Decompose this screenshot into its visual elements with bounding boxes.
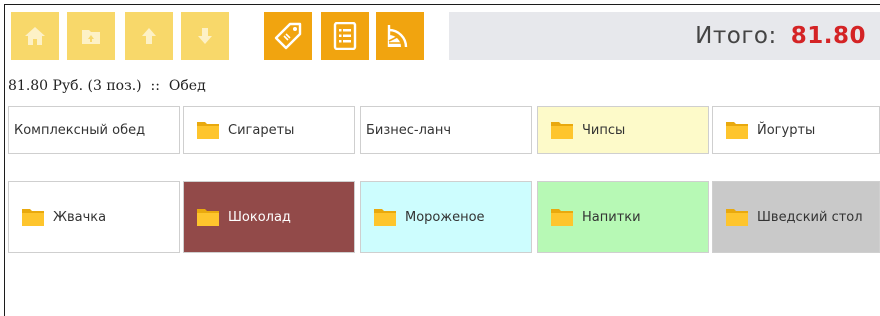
folder-icon	[726, 209, 748, 226]
category-tile-2[interactable]: Бизнес-ланч	[360, 106, 532, 154]
folder-icon	[374, 209, 396, 226]
home-icon	[25, 27, 45, 45]
total-label: Итого:	[695, 23, 777, 49]
move-down-button[interactable]	[181, 12, 229, 60]
folder-icon	[551, 209, 573, 226]
move-up-button[interactable]	[125, 12, 173, 60]
folder-icon	[726, 122, 748, 139]
price-tag-button[interactable]	[264, 12, 312, 60]
folder-icon	[551, 122, 573, 139]
category-tile-0[interactable]: Комплексный обед	[8, 106, 180, 154]
category-tile-5[interactable]: Жвачка	[8, 181, 180, 253]
arrow-up-icon	[142, 28, 156, 44]
folder-icon	[197, 209, 219, 226]
category-tile-label: Чипсы	[582, 122, 626, 138]
category-tile-7[interactable]: Мороженое	[360, 181, 532, 253]
category-tile-label: Комплексный обед	[14, 122, 146, 138]
category-tile-3[interactable]: Чипсы	[537, 106, 709, 154]
category-tile-label: Шведский стол	[757, 209, 863, 225]
category-tile-9[interactable]: Шведский стол	[712, 181, 880, 253]
category-tile-label: Шоколад	[228, 209, 291, 225]
category-tile-1[interactable]: Сигареты	[183, 106, 355, 154]
price-tag-icon	[274, 22, 302, 50]
total-amount: 81.80	[790, 23, 866, 49]
home-button[interactable]	[11, 12, 59, 60]
category-tile-label: Сигареты	[228, 122, 295, 138]
category-tile-label: Йогурты	[757, 122, 816, 138]
category-tile-label: Напитки	[582, 209, 641, 225]
category-tile-label: Бизнес-ланч	[366, 122, 452, 138]
order-status-line: 81.80 Руб. (3 поз.) :: Обед	[8, 78, 206, 94]
total-panel: Итого: 81.80	[449, 12, 880, 60]
order-list-button[interactable]	[321, 12, 369, 60]
folder-icon	[22, 209, 44, 226]
arrow-down-icon	[198, 28, 212, 44]
category-tile-4[interactable]: Йогурты	[712, 106, 880, 154]
folder-icon	[197, 122, 219, 139]
folder-up-button[interactable]	[67, 12, 115, 60]
folder-up-icon	[82, 30, 100, 44]
category-tile-label: Мороженое	[405, 209, 485, 225]
list-icon	[333, 22, 357, 50]
category-tile-6[interactable]: Шоколад	[183, 181, 355, 253]
category-tile-label: Жвачка	[53, 209, 107, 225]
discount-button[interactable]	[376, 12, 424, 60]
category-tile-8[interactable]: Напитки	[537, 181, 709, 253]
citrus-slice-icon	[387, 25, 408, 48]
